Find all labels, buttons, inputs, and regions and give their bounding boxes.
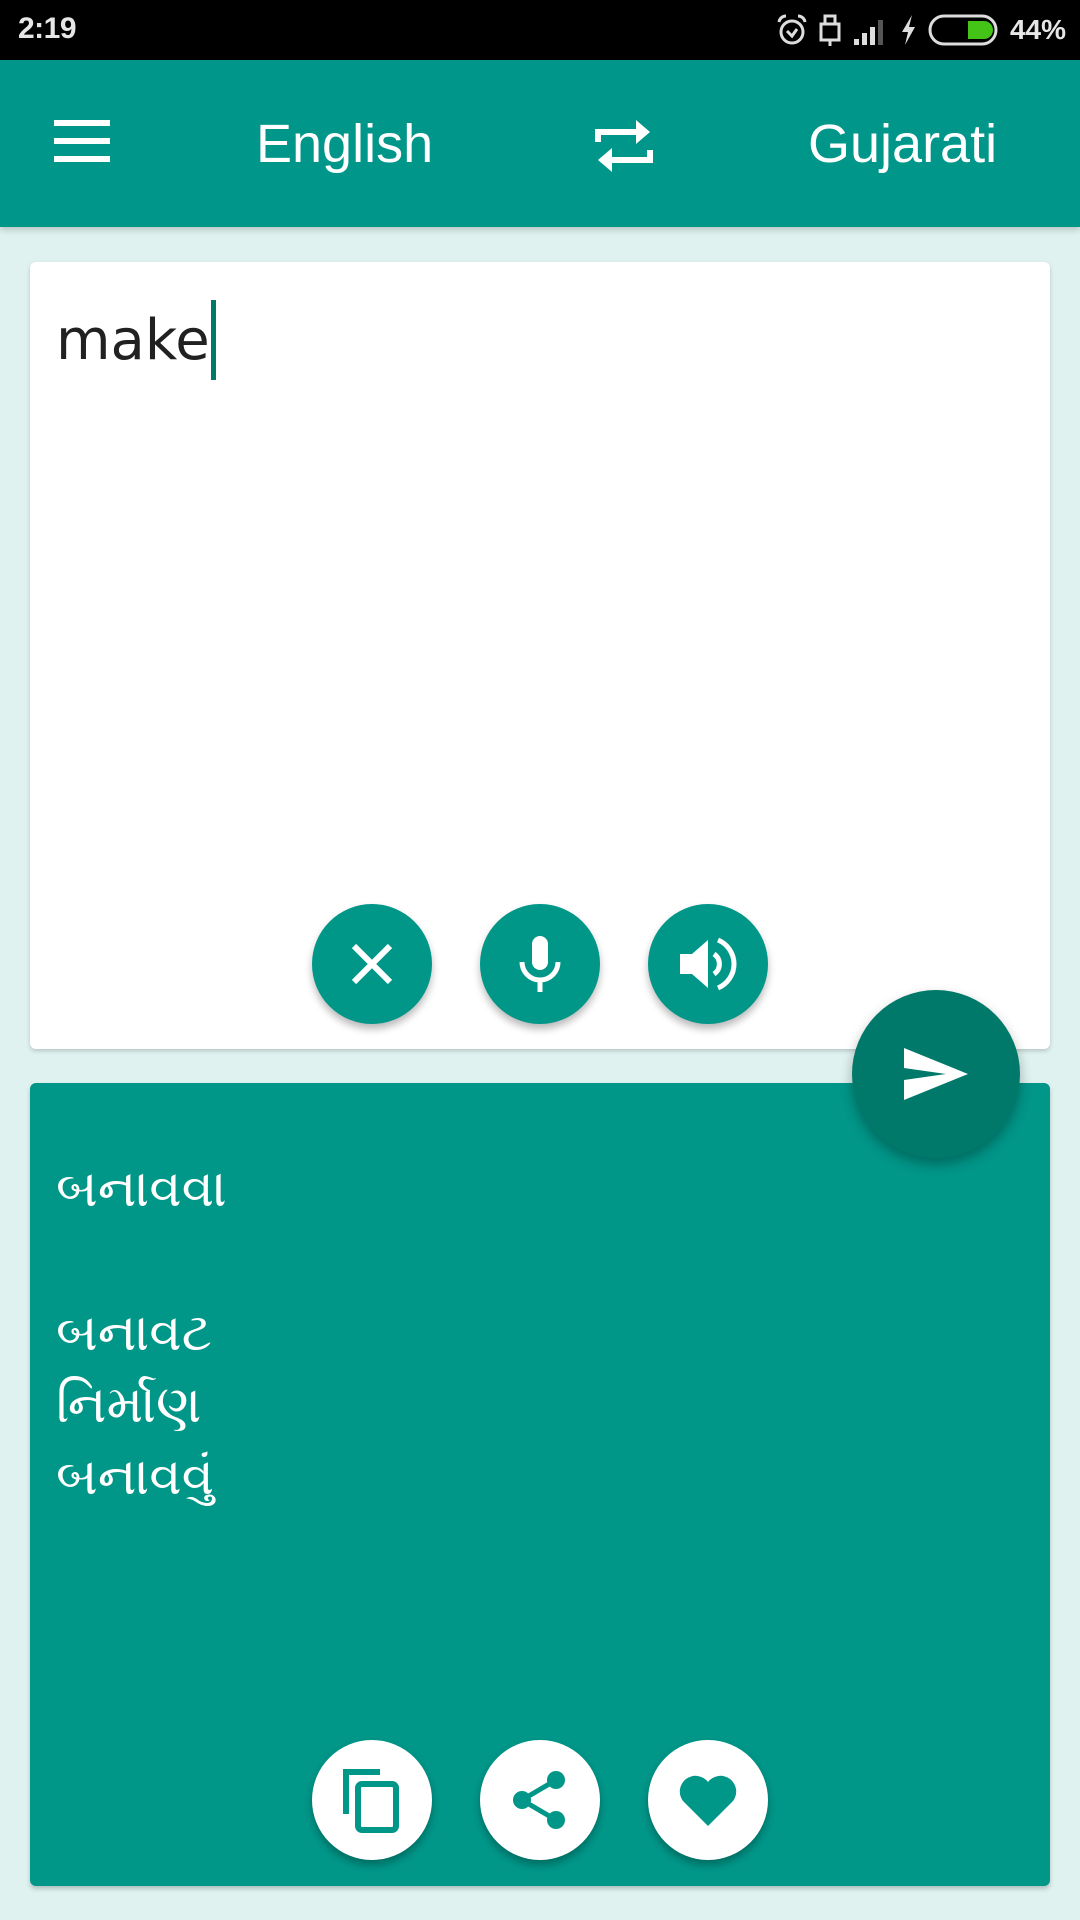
favorite-button[interactable] [648,1740,768,1860]
alternative-translation: નિર્માણ [56,1375,202,1435]
alarm-icon [777,14,807,45]
target-language-button[interactable]: Gujarati [808,113,997,175]
hamburger-menu-icon[interactable] [54,120,112,166]
copy-button[interactable] [312,1740,432,1860]
swap-languages-icon[interactable] [592,114,656,178]
input-card: make [30,262,1050,1049]
heart-icon [679,1775,737,1826]
send-icon [904,1048,968,1100]
battery-icon [928,14,998,46]
translation-result: બનાવવા બનાવટ નિર્માણ બનાવવું [56,1153,227,1513]
alternative-translation: બનાવવું [56,1447,215,1507]
close-icon [351,943,393,985]
share-icon [513,1771,565,1829]
text-caret [210,300,216,380]
battery-percent: 44% [1009,14,1066,45]
speak-button[interactable] [648,904,768,1024]
status-bar: 2:19 44% [0,0,1080,60]
charging-icon [901,15,915,45]
status-icons: 44% [776,10,1066,50]
microphone-icon [519,936,561,992]
signal-icon [853,20,883,45]
clear-button[interactable] [312,904,432,1024]
speaker-icon [680,937,737,991]
source-text: make [56,307,210,373]
status-time: 2:19 [18,12,77,45]
primary-translation: બનાવવા [56,1159,227,1219]
source-text-input[interactable]: make [56,300,216,380]
alternative-translation: બનાવટ [56,1303,212,1363]
output-card: બનાવવા બનાવટ નિર્માણ બનાવવું [30,1083,1050,1886]
usb-lock-icon [819,14,841,46]
copy-icon [343,1769,399,1833]
voice-input-button[interactable] [480,904,600,1024]
translate-button[interactable] [852,990,1020,1158]
app-bar: English Gujarati [0,60,1080,227]
source-language-button[interactable]: English [256,113,433,175]
share-button[interactable] [480,1740,600,1860]
